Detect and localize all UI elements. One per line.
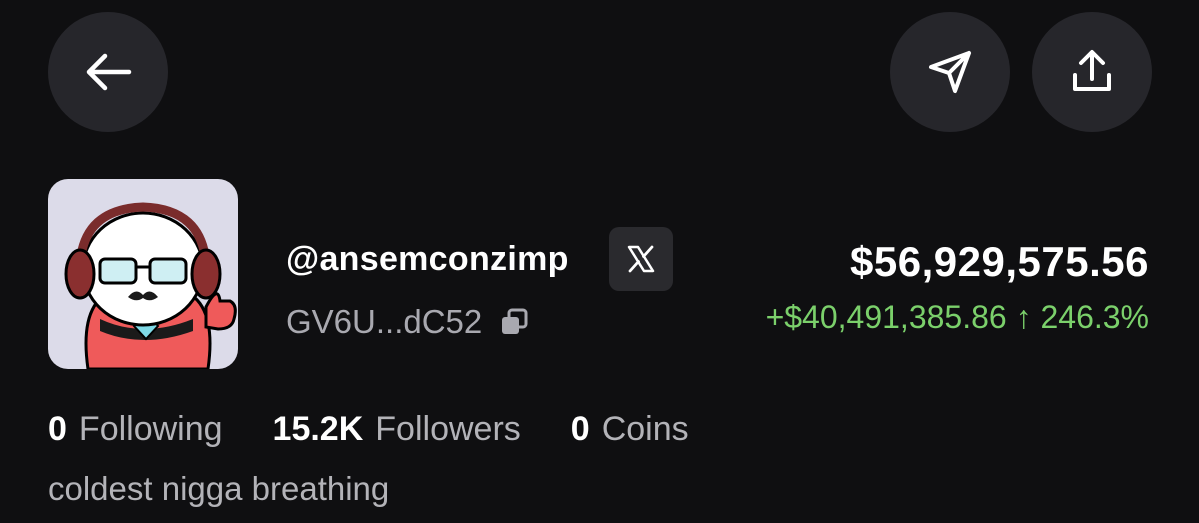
stat-label: Followers: [375, 410, 521, 448]
avatar-illustration: [64, 202, 237, 369]
send-button[interactable]: [890, 12, 1010, 132]
profile-handle: @ansemconzimp: [286, 240, 569, 278]
back-button[interactable]: [48, 12, 168, 132]
wallet-address: GV6U...dC52: [286, 303, 483, 340]
profile-bio: coldest nigga breathing: [48, 470, 390, 507]
portfolio-change: +$40,491,385.86 ↑ 246.3%: [765, 299, 1149, 335]
portfolio-balance: $56,929,575.56: [850, 238, 1149, 285]
stat-label: Following: [78, 410, 223, 448]
send-icon: [929, 51, 971, 93]
stat-value: 0: [48, 410, 67, 448]
stat-coins[interactable]: 0 Coins: [571, 410, 689, 449]
stat-following[interactable]: 0 Following: [48, 410, 223, 449]
wallet-address-row[interactable]: GV6U...dC52: [286, 303, 530, 341]
arrow-left-icon: [86, 53, 132, 91]
copy-icon[interactable]: [498, 306, 530, 338]
stat-value: 0: [570, 410, 590, 448]
share-upload-icon: [1073, 50, 1111, 91]
profile-screen: @ansemconzimp GV6U...dC52 $56,929,575.56…: [0, 0, 1199, 523]
stat-label: Coins: [601, 410, 689, 448]
x-social-button[interactable]: [609, 227, 673, 291]
stat-followers[interactable]: 15.2K Followers: [273, 410, 521, 449]
share-button[interactable]: [1032, 12, 1152, 132]
x-logo-icon: [627, 245, 655, 273]
stats-row: 0 Following 15.2K Followers 0 Coins: [48, 410, 739, 449]
stat-value: 15.2K: [272, 410, 364, 448]
avatar[interactable]: [48, 179, 238, 369]
